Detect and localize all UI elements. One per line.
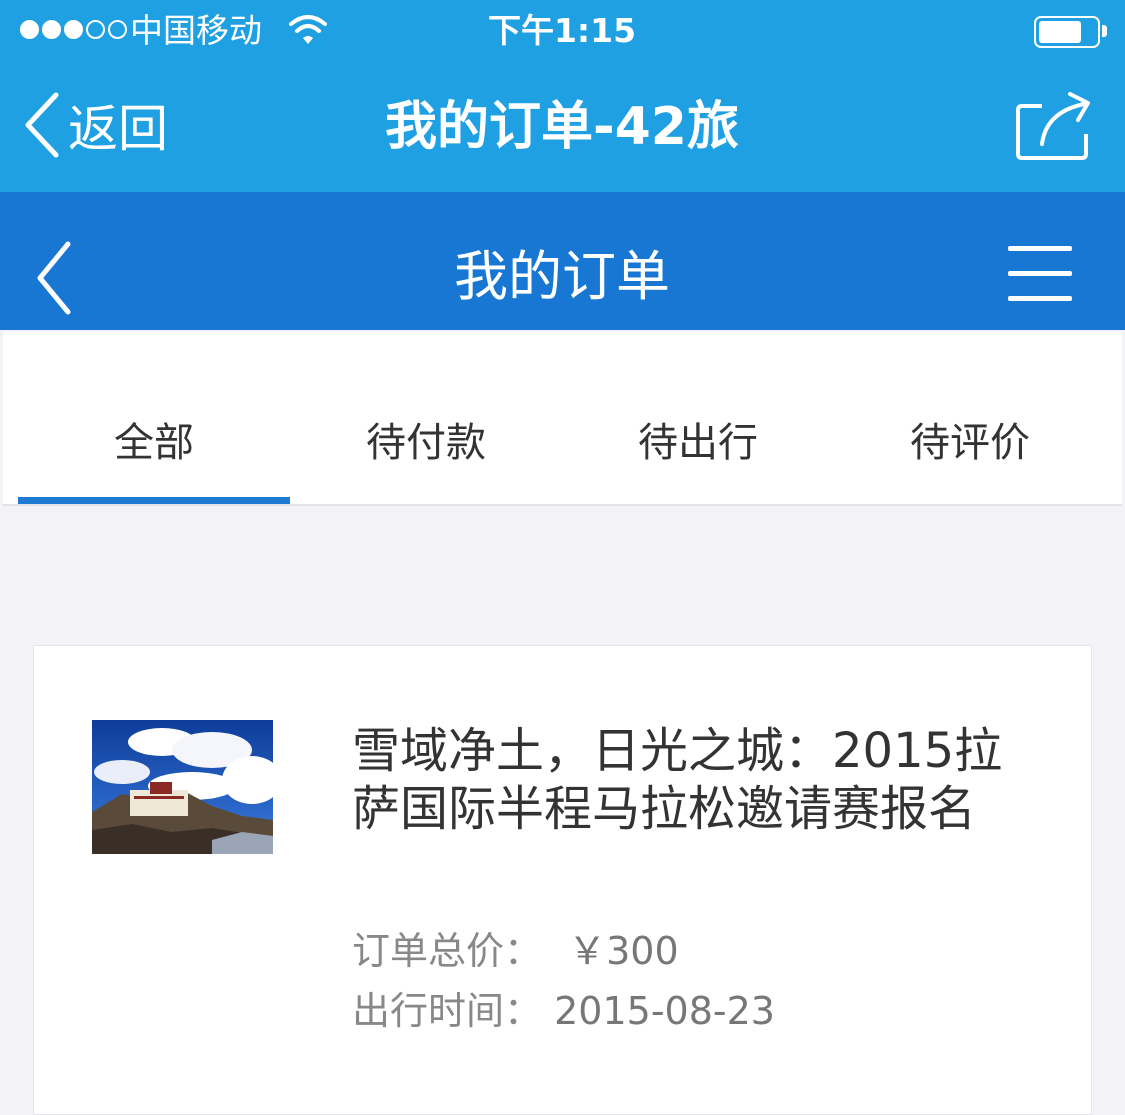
hamburger-menu-icon[interactable] bbox=[1008, 244, 1074, 306]
back-button[interactable]: 返回 bbox=[20, 90, 168, 160]
tab-label: 待评价 bbox=[910, 420, 1030, 466]
status-time: 下午1:15 bbox=[487, 11, 637, 50]
order-tabs: 全部 待付款 待出行 待评价 bbox=[3, 332, 1122, 506]
order-thumbnail bbox=[92, 720, 273, 854]
page-title: 我的订单 bbox=[454, 245, 670, 308]
order-total-value: ￥300 bbox=[568, 929, 679, 973]
tab-label: 待付款 bbox=[366, 420, 486, 466]
battery-level bbox=[1039, 21, 1081, 43]
tab-pending-payment[interactable]: 待付款 bbox=[290, 332, 562, 504]
page-back-button[interactable] bbox=[30, 238, 76, 318]
carrier-name: 中国移动 bbox=[130, 11, 262, 50]
back-label: 返回 bbox=[68, 100, 168, 158]
active-tab-indicator bbox=[18, 497, 290, 504]
tab-pending-travel[interactable]: 待出行 bbox=[562, 332, 834, 504]
travel-date-value: 2015-08-23 bbox=[554, 989, 775, 1033]
cellular-signal-icon bbox=[20, 20, 130, 42]
travel-date-row: 出行时间： 2015-08-23 bbox=[352, 986, 775, 1036]
share-icon[interactable] bbox=[1010, 88, 1100, 164]
order-card[interactable] bbox=[33, 645, 1092, 1115]
tab-pending-review[interactable]: 待评价 bbox=[834, 332, 1106, 504]
order-total-label: 订单总价： bbox=[352, 929, 543, 973]
wifi-icon bbox=[289, 15, 327, 44]
chevron-left-icon bbox=[25, 92, 59, 158]
travel-date-label: 出行时间： bbox=[352, 989, 543, 1033]
battery-tip bbox=[1102, 25, 1107, 37]
order-total-row: 订单总价： ￥300 bbox=[352, 926, 679, 976]
app-title: 我的订单-42旅 bbox=[385, 97, 739, 157]
tab-all[interactable]: 全部 bbox=[18, 332, 290, 504]
battery-icon bbox=[1034, 16, 1100, 48]
order-title: 雪域净土，日光之城：2015拉萨国际半程马拉松邀请赛报名 bbox=[352, 723, 1003, 837]
tab-label: 全部 bbox=[114, 420, 194, 466]
tab-label: 待出行 bbox=[638, 420, 758, 466]
